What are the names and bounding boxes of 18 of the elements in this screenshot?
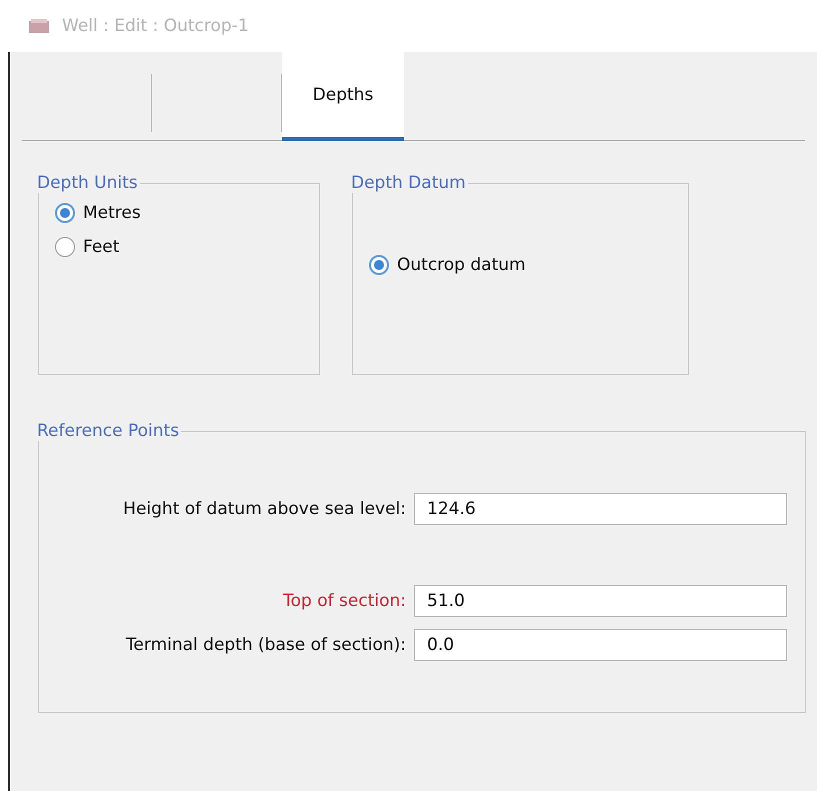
field-label: Top of section:: [283, 591, 406, 611]
window-title: Well : Edit : Outcrop-1: [62, 16, 249, 36]
group-title: Depth Units: [36, 173, 139, 193]
tab[interactable]: Depths: [282, 52, 404, 141]
input-field[interactable]: 0.0: [414, 629, 787, 661]
app-icon: [28, 18, 50, 34]
group-title: Depth Datum: [350, 173, 467, 193]
radio-label: Metres: [83, 203, 141, 223]
field-label: Terminal depth (base of section):: [126, 635, 406, 655]
radio-label: Feet: [83, 237, 120, 257]
field-label: Height of datum above sea level:: [123, 499, 406, 519]
input-field[interactable]: 124.6: [414, 493, 787, 525]
radio-label: Outcrop datum: [397, 255, 526, 275]
radio-option[interactable]: Metres: [55, 203, 319, 223]
radio-option[interactable]: Feet: [55, 237, 319, 257]
radio-option[interactable]: Outcrop datum: [369, 255, 688, 275]
group-title: Reference Points: [36, 421, 180, 441]
input-field[interactable]: 51.0: [414, 585, 787, 617]
